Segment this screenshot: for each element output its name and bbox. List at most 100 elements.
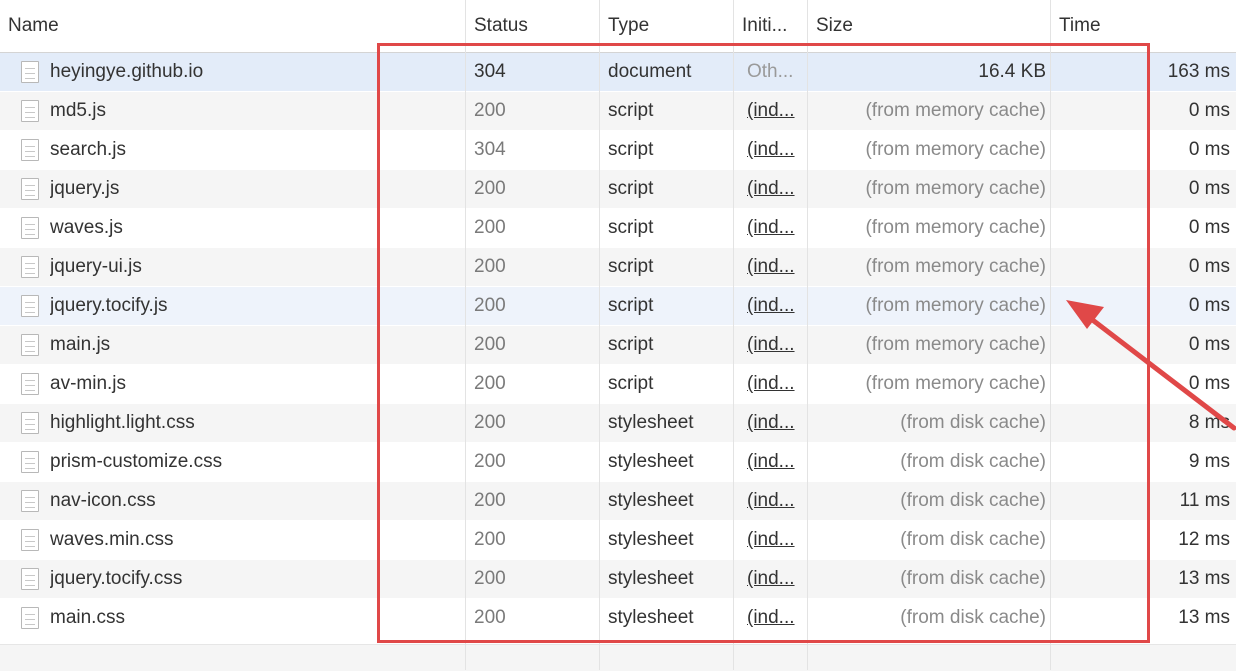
request-status: 200 xyxy=(474,100,506,121)
request-type: script xyxy=(608,373,654,394)
request-name: jquery.tocify.js xyxy=(50,295,168,316)
request-status: 200 xyxy=(474,412,506,433)
request-name: highlight.light.css xyxy=(50,412,195,433)
request-size: (from memory cache) xyxy=(865,100,1046,121)
request-name: search.js xyxy=(50,139,127,160)
request-size: (from disk cache) xyxy=(900,451,1046,472)
request-size: (from memory cache) xyxy=(865,373,1046,394)
request-time: 0 ms xyxy=(1188,178,1230,199)
column-divider[interactable] xyxy=(599,0,600,670)
file-icon xyxy=(21,256,39,278)
file-icon xyxy=(21,412,39,434)
request-status: 200 xyxy=(474,295,506,316)
column-header-time[interactable]: Time xyxy=(1051,0,1236,52)
request-status: 200 xyxy=(474,529,506,550)
request-type: stylesheet xyxy=(608,568,694,589)
request-initiator[interactable]: (ind... xyxy=(747,521,807,559)
column-header-size[interactable]: Size xyxy=(808,0,1051,52)
column-header-name[interactable]: Name xyxy=(0,0,465,52)
request-name: prism-customize.css xyxy=(50,451,223,472)
request-initiator[interactable]: (ind... xyxy=(747,404,807,442)
request-initiator[interactable]: (ind... xyxy=(747,599,807,637)
request-type: script xyxy=(608,256,654,277)
request-status: 200 xyxy=(474,607,506,628)
request-time: 0 ms xyxy=(1188,100,1230,121)
request-initiator[interactable]: (ind... xyxy=(747,209,807,247)
column-header-type[interactable]: Type xyxy=(600,0,734,52)
request-name: main.js xyxy=(50,334,111,355)
request-initiator[interactable]: (ind... xyxy=(747,443,807,481)
request-initiator[interactable]: (ind... xyxy=(747,365,807,403)
request-time: 8 ms xyxy=(1188,412,1230,433)
column-divider[interactable] xyxy=(807,0,808,670)
request-name: jquery.tocify.css xyxy=(50,568,183,589)
request-initiator[interactable]: (ind... xyxy=(747,560,807,598)
file-icon xyxy=(21,295,39,317)
column-divider[interactable] xyxy=(1050,0,1051,670)
request-status: 200 xyxy=(474,178,506,199)
file-icon xyxy=(21,61,39,83)
request-size: (from disk cache) xyxy=(900,568,1046,589)
request-time: 0 ms xyxy=(1188,256,1230,277)
request-size: (from memory cache) xyxy=(865,334,1046,355)
request-status: 200 xyxy=(474,490,506,511)
request-type: stylesheet xyxy=(608,490,694,511)
file-icon xyxy=(21,607,39,629)
request-status: 304 xyxy=(474,61,506,82)
request-time: 0 ms xyxy=(1188,217,1230,238)
request-initiator[interactable]: (ind... xyxy=(747,482,807,520)
request-type: stylesheet xyxy=(608,607,694,628)
request-initiator[interactable]: (ind... xyxy=(747,248,807,286)
column-header-initiator[interactable]: Initi... xyxy=(734,0,808,52)
file-icon xyxy=(21,451,39,473)
file-icon xyxy=(21,139,39,161)
request-time: 13 ms xyxy=(1178,607,1230,628)
request-initiator[interactable]: (ind... xyxy=(747,170,807,208)
request-time: 9 ms xyxy=(1188,451,1230,472)
request-status: 200 xyxy=(474,451,506,472)
request-name: md5.js xyxy=(50,100,106,121)
request-type: script xyxy=(608,217,654,238)
request-time: 11 ms xyxy=(1179,490,1230,511)
request-time: 163 ms xyxy=(1167,61,1230,82)
request-status: 200 xyxy=(474,256,506,277)
request-time: 0 ms xyxy=(1188,139,1230,160)
request-size: (from memory cache) xyxy=(865,256,1046,277)
request-status: 200 xyxy=(474,334,506,355)
request-initiator[interactable]: Oth... xyxy=(747,53,807,91)
request-size: (from disk cache) xyxy=(900,529,1046,550)
request-size: (from disk cache) xyxy=(900,490,1046,511)
column-header-status[interactable]: Status xyxy=(466,0,600,52)
request-name: heyingye.github.io xyxy=(50,61,204,82)
request-name: waves.js xyxy=(50,217,123,238)
column-divider[interactable] xyxy=(733,0,734,670)
request-status: 304 xyxy=(474,139,506,160)
request-time: 12 ms xyxy=(1178,529,1230,550)
file-icon xyxy=(21,373,39,395)
request-name: av-min.js xyxy=(50,373,127,394)
request-type: document xyxy=(608,61,692,82)
request-size: (from memory cache) xyxy=(865,139,1046,160)
file-icon xyxy=(21,100,39,122)
request-status: 200 xyxy=(474,217,506,238)
request-time: 0 ms xyxy=(1188,373,1230,394)
request-type: script xyxy=(608,295,654,316)
request-time: 13 ms xyxy=(1178,568,1230,589)
request-time: 0 ms xyxy=(1188,295,1230,316)
file-icon xyxy=(21,178,39,200)
request-type: script xyxy=(608,334,654,355)
request-type: stylesheet xyxy=(608,451,694,472)
request-time: 0 ms xyxy=(1188,334,1230,355)
request-name: jquery-ui.js xyxy=(50,256,142,277)
request-size: 16.4 KB xyxy=(978,61,1046,82)
request-initiator[interactable]: (ind... xyxy=(747,131,807,169)
column-divider[interactable] xyxy=(465,0,466,670)
request-initiator[interactable]: (ind... xyxy=(747,326,807,364)
request-initiator[interactable]: (ind... xyxy=(747,92,807,130)
request-type: stylesheet xyxy=(608,412,694,433)
request-name: jquery.js xyxy=(50,178,120,199)
request-type: script xyxy=(608,100,654,121)
file-icon xyxy=(21,334,39,356)
request-initiator[interactable]: (ind... xyxy=(747,287,807,325)
network-panel: Name Status Type Initi... Size Time heyi… xyxy=(0,0,1236,671)
